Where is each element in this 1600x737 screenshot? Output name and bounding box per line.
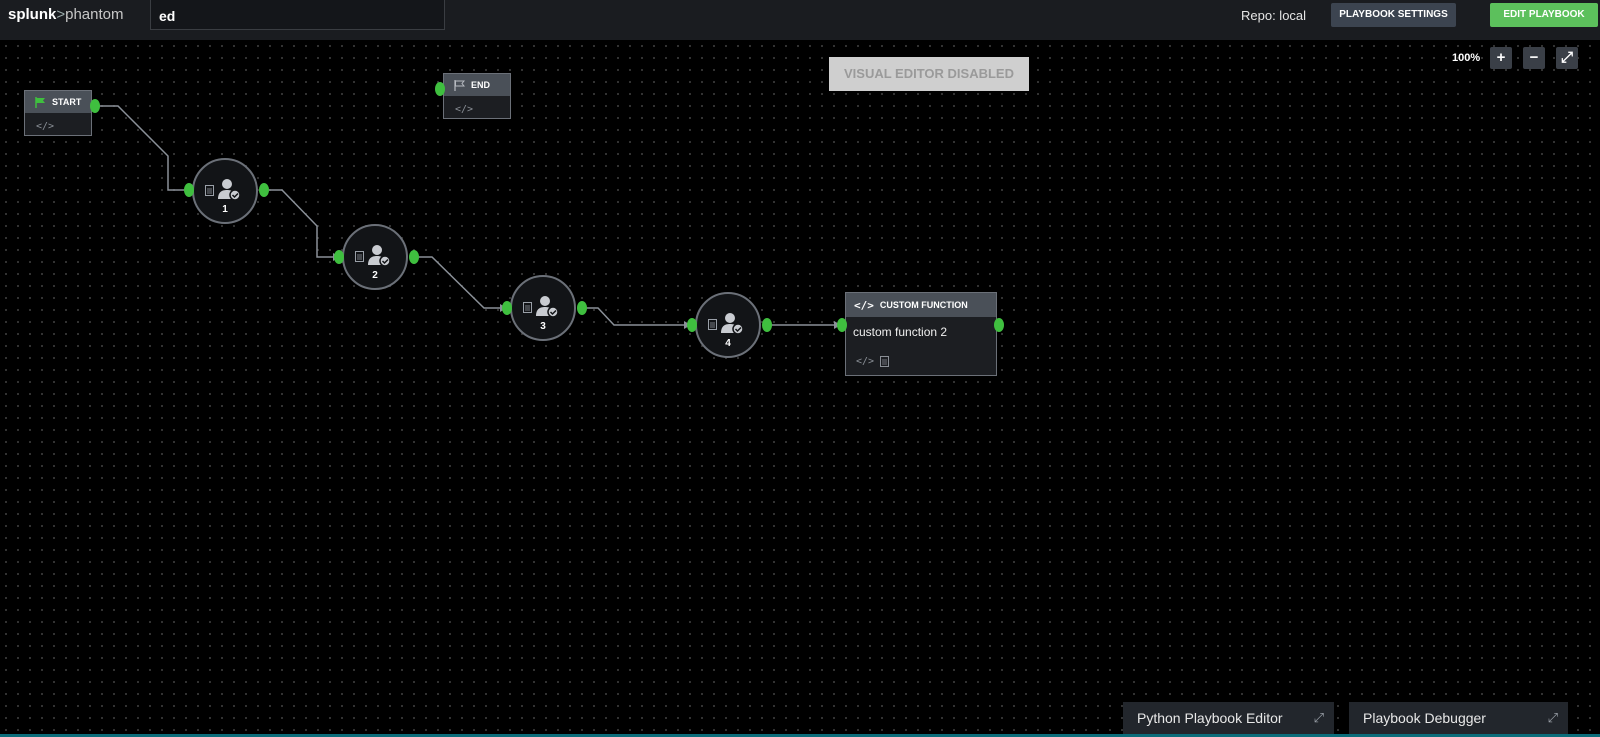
- user-check-icon: [721, 313, 744, 335]
- playbook-debugger-tab[interactable]: Playbook Debugger ⤢: [1349, 702, 1568, 734]
- zoom-out-button[interactable]: −: [1523, 47, 1545, 69]
- prompt-3-output-port[interactable]: [577, 301, 587, 315]
- connector-2-3: [416, 256, 500, 309]
- prompt-node-2[interactable]: 2: [342, 224, 408, 290]
- start-node[interactable]: START </>: [24, 90, 92, 136]
- prompt-1-input-port[interactable]: [184, 183, 194, 197]
- end-node[interactable]: END </>: [443, 73, 511, 119]
- end-input-port[interactable]: [435, 82, 445, 96]
- custom-function-title: CUSTOM FUNCTION: [879, 300, 968, 310]
- connector-3-4: [583, 307, 684, 326]
- code-icon[interactable]: </>: [455, 104, 473, 115]
- playbook-debugger-label: Playbook Debugger: [1363, 710, 1486, 726]
- zoom-in-button[interactable]: +: [1490, 47, 1512, 69]
- python-playbook-editor-label: Python Playbook Editor: [1137, 710, 1283, 726]
- prompt-node-1[interactable]: 1: [192, 158, 258, 224]
- custom-function-input-port[interactable]: [837, 318, 847, 332]
- visual-editor-disabled-banner: VISUAL EDITOR DISABLED: [829, 57, 1029, 91]
- prompt-node-number: 2: [372, 270, 378, 281]
- prompt-1-output-port[interactable]: [259, 183, 269, 197]
- fit-screen-button[interactable]: ⤢: [1556, 47, 1578, 69]
- start-node-label: START: [52, 97, 82, 107]
- prompt-node-3[interactable]: 3: [510, 275, 576, 341]
- custom-function-node[interactable]: </> CUSTOM FUNCTION custom function 2 </…: [845, 292, 997, 376]
- prompt-node-number: 4: [725, 338, 731, 349]
- code-icon[interactable]: </>: [36, 121, 54, 132]
- connector-lines: [97, 105, 841, 329]
- start-output-port[interactable]: [90, 99, 100, 113]
- prompt-3-input-port[interactable]: [502, 301, 512, 315]
- expand-icon[interactable]: ⤢: [1314, 702, 1324, 734]
- connector-start-1: [97, 105, 185, 191]
- user-check-icon: [368, 245, 391, 267]
- prompt-node-4[interactable]: 4: [695, 292, 761, 358]
- document-icon: [205, 185, 214, 196]
- document-icon: [523, 302, 532, 313]
- user-check-icon: [536, 296, 559, 318]
- flag-icon: [35, 96, 45, 108]
- prompt-4-input-port[interactable]: [687, 318, 697, 332]
- prompt-4-output-port[interactable]: [762, 318, 772, 332]
- prompt-2-output-port[interactable]: [409, 250, 419, 264]
- code-icon[interactable]: </>: [856, 356, 874, 367]
- prompt-node-number: 3: [540, 321, 546, 332]
- custom-function-name: custom function 2: [853, 325, 948, 339]
- custom-function-output-port[interactable]: [994, 318, 1004, 332]
- prompt-node-number: 1: [222, 204, 228, 215]
- connector-1-2: [266, 189, 333, 258]
- flag-outline-icon: [454, 79, 465, 91]
- user-check-icon: [218, 179, 241, 201]
- document-icon: [355, 251, 364, 262]
- code-icon: </>: [854, 298, 874, 312]
- prompt-2-input-port[interactable]: [334, 250, 344, 264]
- expand-icon[interactable]: ⤢: [1548, 702, 1558, 734]
- end-node-label: END: [471, 80, 491, 90]
- python-playbook-editor-tab[interactable]: Python Playbook Editor ⤢: [1123, 702, 1334, 734]
- document-icon[interactable]: [880, 356, 890, 367]
- document-icon: [708, 319, 717, 330]
- zoom-level: 100%: [1452, 52, 1481, 64]
